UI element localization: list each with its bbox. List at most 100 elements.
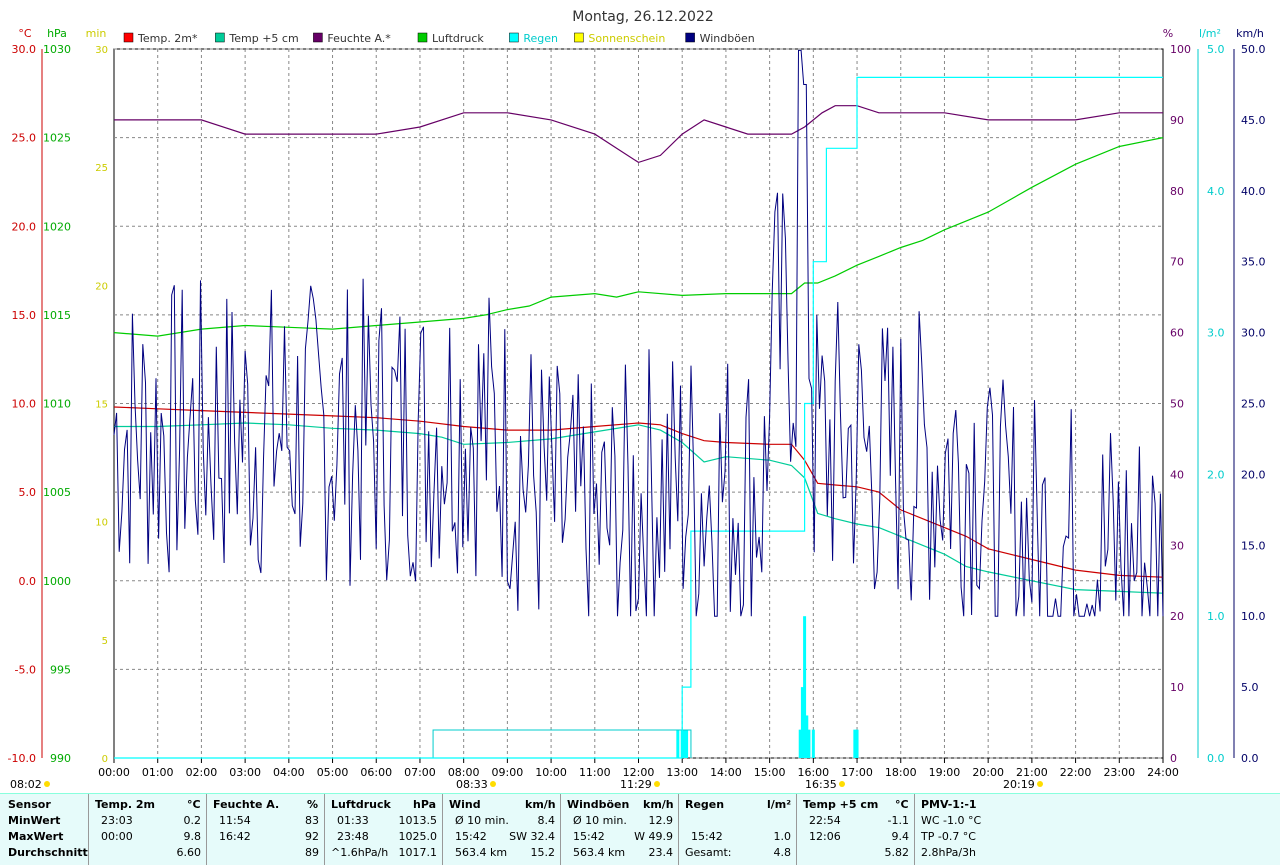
x-tick-label: 02:00 <box>186 766 218 779</box>
temp-unit-label: °C <box>18 27 32 40</box>
rain-tick-label: 1.0 <box>1207 610 1225 623</box>
sunshine-tick-label: 10 <box>95 518 108 529</box>
wind-unit-label: km/h <box>1236 27 1264 40</box>
sunshine-unit-label: min <box>86 27 107 40</box>
wind-tick-label: 45.0 <box>1241 114 1266 127</box>
gust-dist: 563.4 km <box>573 846 626 859</box>
gust-header: Windböen <box>567 798 630 811</box>
rain-bar <box>811 729 815 758</box>
pressure-tick-label: 1015 <box>43 309 71 322</box>
temp-avg: 6.60 <box>176 846 202 859</box>
rain-bar <box>807 729 811 758</box>
humidity-tick-label: 60 <box>1170 327 1184 340</box>
gust-min-label: Ø 10 min. <box>573 814 627 827</box>
wind-tick-label: 15.0 <box>1241 539 1266 552</box>
legend-label: Sonnenschein <box>588 32 665 45</box>
stats-col-sensor: Sensor MinWert MaxWert Durchschnitt <box>0 794 88 865</box>
sunshine-tick-label: 25 <box>95 163 108 174</box>
press-min-time: 01:33 <box>337 814 369 827</box>
pressure-tick-label: 1005 <box>43 486 71 499</box>
rain-unit: l/m² <box>767 798 792 811</box>
rain-tick-label: 4.0 <box>1207 185 1225 198</box>
pmv-wc: WC -1.0 °C <box>921 814 982 827</box>
pressure-tick-label: 1000 <box>43 575 71 588</box>
temp-header: Temp. 2m <box>95 798 155 811</box>
rain-tick-label: 5.0 <box>1207 43 1225 56</box>
rain-tick-label: 0.0 <box>1207 752 1225 765</box>
max-label: MaxWert <box>8 830 64 843</box>
pmv-trend: 2.8hPa/3h <box>921 846 977 859</box>
x-tick-label: 15:00 <box>754 766 786 779</box>
press-avg: 1017.1 <box>398 846 438 859</box>
stats-table: Sensor MinWert MaxWert Durchschnitt Temp… <box>0 793 1280 865</box>
humidity-tick-label: 80 <box>1170 185 1184 198</box>
press-header: Luftdruck <box>331 798 391 811</box>
stats-col-temp: Temp. 2m °C 23:03 0.2 00:00 9.8 6.60 <box>88 794 207 865</box>
x-tick-label: 03:00 <box>229 766 261 779</box>
temp-tick-label: 10.0 <box>12 398 37 411</box>
legend-label: Luftdruck <box>432 32 484 45</box>
pressure-tick-label: 1025 <box>43 132 71 145</box>
pressure-tick-label: 990 <box>50 752 71 765</box>
time-marker-label: 08:02 <box>10 778 42 791</box>
avg-label: Durchschnitt <box>8 846 88 859</box>
legend-label: Temp. 2m* <box>137 32 198 45</box>
hum-max-time: 16:42 <box>219 830 251 843</box>
sunshine-tick-label: 15 <box>95 400 108 411</box>
humidity-tick-label: 70 <box>1170 256 1184 269</box>
rain-bar <box>855 729 859 758</box>
humidity-tick-label: 30 <box>1170 539 1184 552</box>
temp-tick-label: 20.0 <box>12 220 37 233</box>
rain-total-label: Gesamt: <box>685 846 732 859</box>
humidity-tick-label: 10 <box>1170 681 1184 694</box>
wind-tick-label: 10.0 <box>1241 610 1266 623</box>
sun-icon <box>1037 781 1043 787</box>
wind-max: SW 32.4 <box>509 830 555 843</box>
wind-header: Wind <box>449 798 481 811</box>
wind-min-label: Ø 10 min. <box>455 814 509 827</box>
x-tick-label: 17:00 <box>841 766 873 779</box>
gust-unit: km/h <box>643 798 674 811</box>
legend-swatch <box>313 32 323 43</box>
x-tick-label: 19:00 <box>929 766 961 779</box>
x-tick-label: 04:00 <box>273 766 305 779</box>
press-max: 1025.0 <box>398 830 438 843</box>
stats-col-t5: Temp +5 cm °C 22:54 -1.1 12:06 9.4 5.82 <box>796 794 915 865</box>
x-tick-label: 00:00 <box>98 766 130 779</box>
legend-swatch <box>509 32 519 43</box>
legend-swatch <box>685 32 695 43</box>
time-marker-label: 11:29 <box>620 778 652 791</box>
sunshine-tick-label: 0 <box>102 754 108 765</box>
chart-grid <box>113 48 1164 759</box>
humidity-tick-label: 90 <box>1170 114 1184 127</box>
sun-icon <box>654 781 660 787</box>
humidity-tick-label: 0 <box>1170 752 1177 765</box>
x-tick-label: 09:00 <box>492 766 524 779</box>
stats-col-rain: Regen l/m² 15:42 1.0 Gesamt: 4.8 <box>678 794 797 865</box>
hum-min-time: 11:54 <box>219 814 251 827</box>
pmv-tp: TP -0.7 °C <box>921 830 976 843</box>
legend-swatch <box>417 32 428 43</box>
hum-max: 92 <box>305 830 319 843</box>
chart-title: Montag, 26.12.2022 <box>572 9 714 25</box>
wind-tick-label: 5.0 <box>1241 681 1259 694</box>
temp-max: 9.8 <box>183 830 202 843</box>
wind-max-time: 15:42 <box>455 830 487 843</box>
t5-min-time: 22:54 <box>809 814 841 827</box>
legend-swatch <box>574 32 584 43</box>
press-trend: ^1.6hPa/h <box>331 846 389 859</box>
humidity-tick-label: 100 <box>1170 43 1191 56</box>
sun-icon <box>490 781 496 787</box>
rain-total: 4.8 <box>773 846 792 859</box>
x-tick-label: 06:00 <box>360 766 392 779</box>
time-marker-label: 08:33 <box>456 778 488 791</box>
x-tick-label: 07:00 <box>404 766 436 779</box>
legend-label: Feuchte A.* <box>327 32 391 45</box>
t5-max: 9.4 <box>891 830 910 843</box>
temp-min: 0.2 <box>183 814 202 827</box>
legend-label: Regen <box>523 32 558 45</box>
press-unit: hPa <box>413 798 437 811</box>
press-max-time: 23:48 <box>337 830 369 843</box>
pressure-unit-label: hPa <box>47 27 67 40</box>
rain-unit-label: l/m² <box>1199 27 1221 40</box>
